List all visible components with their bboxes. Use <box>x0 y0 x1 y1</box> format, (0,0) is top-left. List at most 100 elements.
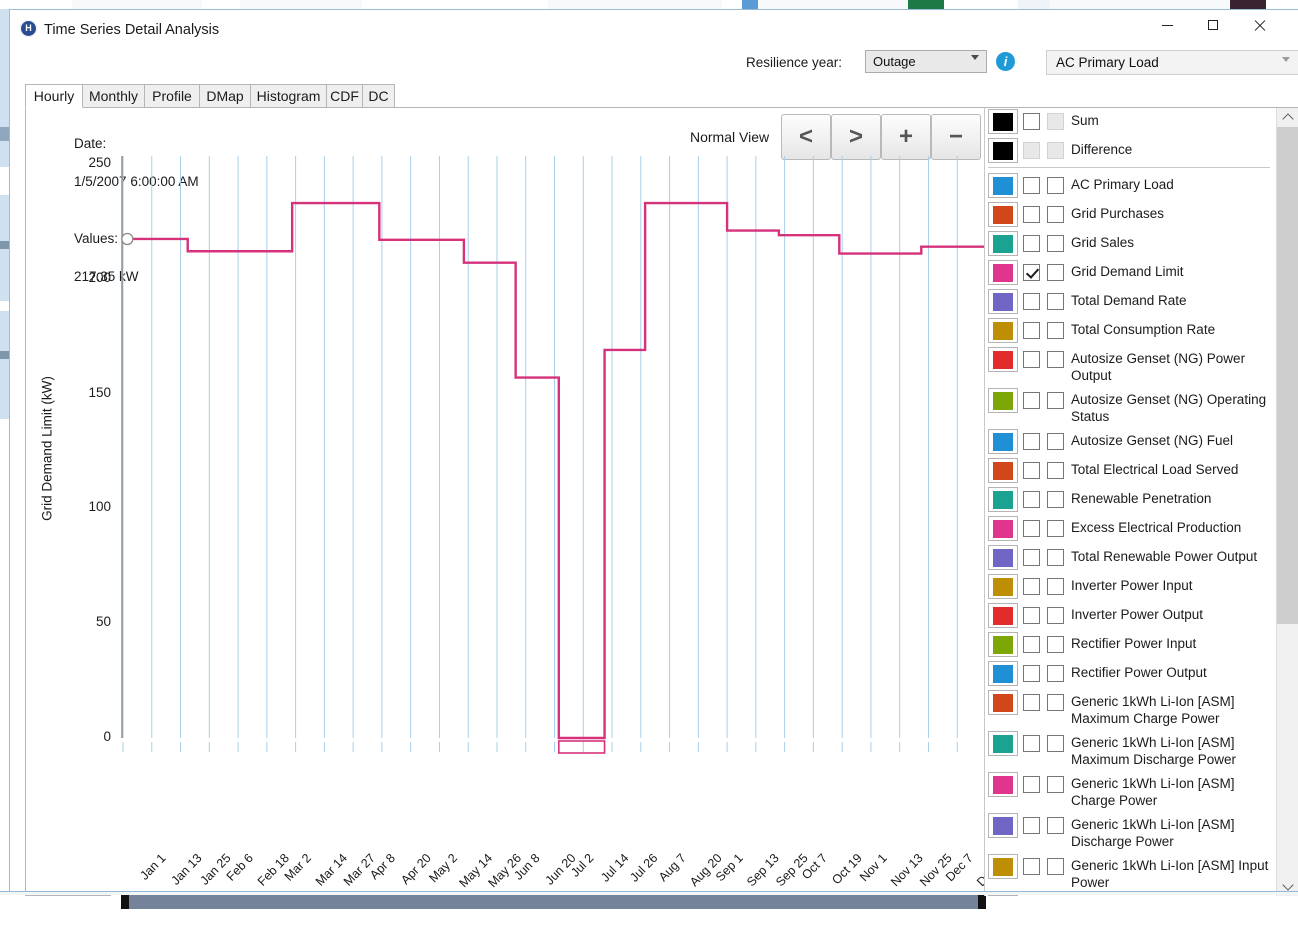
tab-dmap[interactable]: DMap <box>199 84 251 108</box>
legend-secondary-checkbox[interactable] <box>1047 235 1064 252</box>
maximize-button[interactable] <box>1190 10 1236 40</box>
legend-primary-checkbox[interactable] <box>1023 462 1040 479</box>
series-variable-dropdown[interactable]: AC Primary Load <box>1046 50 1298 75</box>
legend-primary-checkbox[interactable] <box>1023 351 1040 368</box>
tab-monthly[interactable]: Monthly <box>82 84 145 108</box>
legend-primary-checkbox[interactable] <box>1023 322 1040 339</box>
legend-primary-checkbox[interactable] <box>1023 206 1040 223</box>
legend-color-swatch-button[interactable] <box>988 202 1018 227</box>
legend-primary-checkbox[interactable] <box>1023 235 1040 252</box>
legend-secondary-checkbox[interactable] <box>1047 264 1064 281</box>
legend-color-swatch-button[interactable] <box>988 545 1018 570</box>
legend-secondary-checkbox[interactable] <box>1047 776 1064 793</box>
cursor-marker[interactable] <box>122 233 133 244</box>
legend-row[interactable]: Total Renewable Power Output <box>985 543 1276 572</box>
legend-color-swatch-button[interactable] <box>988 138 1018 163</box>
legend-primary-checkbox[interactable] <box>1023 665 1040 682</box>
legend-row[interactable]: Autosize Genset (NG) Operating Status <box>985 386 1276 427</box>
tab-histogram[interactable]: Histogram <box>250 84 327 108</box>
legend-color-swatch-button[interactable] <box>988 895 1018 896</box>
legend-row[interactable]: Generic 1kWh Li-Ion [ASM] Charge Power <box>985 770 1276 811</box>
legend-row[interactable]: Grid Demand Limit <box>985 258 1276 287</box>
legend-row[interactable]: Autosize Genset (NG) Power Output <box>985 345 1276 386</box>
legend-secondary-checkbox[interactable] <box>1047 694 1064 711</box>
legend-secondary-checkbox[interactable] <box>1047 607 1064 624</box>
legend-secondary-checkbox[interactable] <box>1047 636 1064 653</box>
tab-dc[interactable]: DC <box>362 84 395 108</box>
legend-color-swatch-button[interactable] <box>988 690 1018 715</box>
legend-secondary-checkbox[interactable] <box>1047 549 1064 566</box>
legend-secondary-checkbox[interactable] <box>1047 177 1064 194</box>
legend-primary-checkbox[interactable] <box>1023 776 1040 793</box>
legend-color-swatch-button[interactable] <box>988 109 1018 134</box>
legend-row[interactable]: Autosize Genset (NG) Fuel <box>985 427 1276 456</box>
legend-row[interactable]: Total Electrical Load Served <box>985 456 1276 485</box>
legend-color-swatch-button[interactable] <box>988 854 1018 879</box>
legend-color-swatch-button[interactable] <box>988 632 1018 657</box>
legend-primary-checkbox[interactable] <box>1023 177 1040 194</box>
legend-row[interactable]: Total Consumption Rate <box>985 316 1276 345</box>
legend-primary-checkbox[interactable] <box>1023 694 1040 711</box>
legend-row[interactable]: Grid Sales <box>985 229 1276 258</box>
legend-primary-checkbox[interactable] <box>1023 433 1040 450</box>
legend-primary-checkbox[interactable] <box>1023 549 1040 566</box>
legend-row[interactable]: Generic 1kWh Li-Ion [ASM] Discharge Powe… <box>985 811 1276 852</box>
legend-scroll-up-button[interactable] <box>1277 107 1298 127</box>
legend-color-swatch-button[interactable] <box>988 231 1018 256</box>
legend-row[interactable]: Total Demand Rate <box>985 287 1276 316</box>
legend-primary-checkbox[interactable] <box>1023 578 1040 595</box>
legend-primary-checkbox[interactable] <box>1023 293 1040 310</box>
legend-secondary-checkbox[interactable] <box>1047 520 1064 537</box>
info-icon[interactable]: i <box>996 52 1015 71</box>
legend-row[interactable]: Sum <box>985 107 1276 136</box>
tab-profile[interactable]: Profile <box>144 84 200 108</box>
legend-color-swatch-button[interactable] <box>988 347 1018 372</box>
legend-row[interactable]: Generic 1kWh Li-Ion [ASM] Maximum Charge… <box>985 688 1276 729</box>
legend-color-swatch-button[interactable] <box>988 318 1018 343</box>
time-series-plot[interactable]: Grid Demand Limit (kW) 250200150100500 J… <box>26 151 986 893</box>
legend-row[interactable]: AC Primary Load <box>985 171 1276 200</box>
legend-row[interactable]: Generic 1kWh Li-Ion [ASM] Maximum Discha… <box>985 729 1276 770</box>
legend-primary-checkbox[interactable] <box>1023 264 1040 281</box>
legend-row[interactable]: Inverter Power Input <box>985 572 1276 601</box>
legend-primary-checkbox[interactable] <box>1023 491 1040 508</box>
legend-secondary-checkbox[interactable] <box>1047 433 1064 450</box>
legend-color-swatch-button[interactable] <box>988 731 1018 756</box>
legend-color-swatch-button[interactable] <box>988 772 1018 797</box>
legend-secondary-checkbox[interactable] <box>1047 735 1064 752</box>
legend-color-swatch-button[interactable] <box>988 429 1018 454</box>
legend-row[interactable]: Renewable Penetration <box>985 485 1276 514</box>
legend-secondary-checkbox[interactable] <box>1047 491 1064 508</box>
legend-secondary-checkbox[interactable] <box>1047 351 1064 368</box>
legend-primary-checkbox[interactable] <box>1023 636 1040 653</box>
legend-color-swatch-button[interactable] <box>988 173 1018 198</box>
legend-secondary-checkbox[interactable] <box>1047 322 1064 339</box>
legend-row[interactable]: Inverter Power Output <box>985 601 1276 630</box>
legend-secondary-checkbox[interactable] <box>1047 462 1064 479</box>
legend-color-swatch-button[interactable] <box>988 260 1018 285</box>
legend-secondary-checkbox[interactable] <box>1047 293 1064 310</box>
legend-secondary-checkbox[interactable] <box>1047 858 1064 875</box>
legend-secondary-checkbox[interactable] <box>1047 817 1064 834</box>
legend-secondary-checkbox[interactable] <box>1047 665 1064 682</box>
legend-primary-checkbox[interactable] <box>1023 735 1040 752</box>
legend-color-swatch-button[interactable] <box>988 516 1018 541</box>
legend-scrollbar[interactable] <box>1276 107 1298 896</box>
legend-row[interactable]: Difference <box>985 136 1276 165</box>
legend-color-swatch-button[interactable] <box>988 289 1018 314</box>
legend-color-swatch-button[interactable] <box>988 603 1018 628</box>
legend-color-swatch-button[interactable] <box>988 661 1018 686</box>
legend-row[interactable]: Grid Purchases <box>985 200 1276 229</box>
legend-secondary-checkbox[interactable] <box>1047 578 1064 595</box>
legend-secondary-checkbox[interactable] <box>1047 392 1064 409</box>
legend-secondary-checkbox[interactable] <box>1047 206 1064 223</box>
legend-primary-checkbox[interactable] <box>1023 392 1040 409</box>
close-button[interactable] <box>1236 10 1282 40</box>
legend-color-swatch-button[interactable] <box>988 574 1018 599</box>
legend-color-swatch-button[interactable] <box>988 487 1018 512</box>
legend-row[interactable]: Generic 1kWh Li-Ion [ASM] Input Power <box>985 852 1276 893</box>
legend-color-swatch-button[interactable] <box>988 388 1018 413</box>
legend-primary-checkbox[interactable] <box>1023 520 1040 537</box>
legend-scroll-thumb[interactable] <box>1277 127 1298 624</box>
legend-color-swatch-button[interactable] <box>988 458 1018 483</box>
